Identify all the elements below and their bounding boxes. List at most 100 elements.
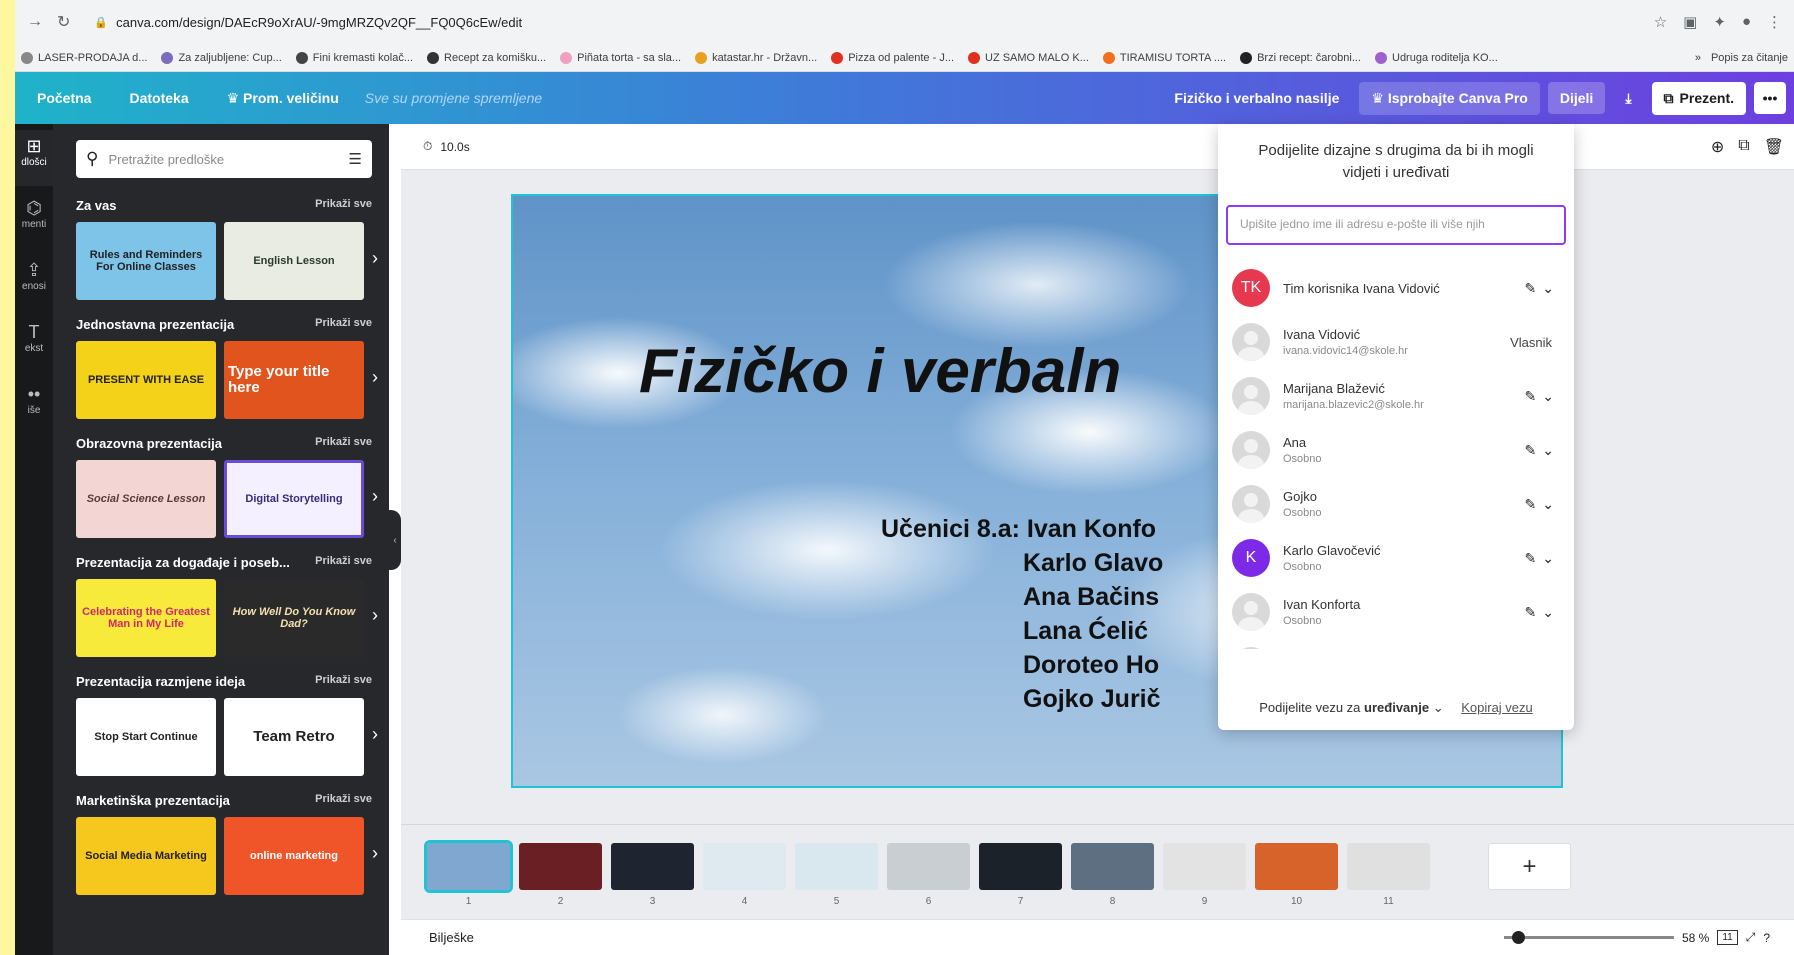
bookmark-item[interactable]: Fini kremasti kolač... — [295, 51, 413, 64]
zoom-value[interactable]: 58 % — [1682, 931, 1709, 945]
template-thumbnail[interactable]: Stop Start Continue — [76, 698, 216, 776]
resize-button[interactable]: ♛ Prom. veličinu — [227, 90, 339, 107]
rail-item[interactable]: ⌬ menti — [15, 192, 53, 248]
template-thumbnail[interactable]: Celebrating the Greatest Man in My Life — [76, 579, 216, 657]
see-all-link[interactable]: Prikaži sve — [315, 555, 372, 570]
template-thumbnail[interactable]: Social Media Marketing — [76, 817, 216, 895]
template-thumbnail[interactable]: Type your title here — [224, 341, 364, 419]
chevron-right-icon[interactable]: › — [372, 843, 378, 864]
edit-permission-icon[interactable]: ✎ — [1525, 280, 1537, 297]
share-email-input[interactable]: Upišite jedno ime ili adresu e-pošte ili… — [1226, 205, 1566, 245]
zoom-knob[interactable] — [1511, 931, 1525, 944]
address-bar[interactable]: canva.com/design/DAEcR9oXrAU/-9mgMRZQv2Q… — [116, 15, 1654, 30]
page-thumbnail[interactable]: 5 — [795, 843, 878, 907]
chevron-right-icon[interactable]: › — [372, 724, 378, 745]
template-thumbnail[interactable]: English Lesson — [224, 222, 364, 300]
profile-icon[interactable]: ● — [1742, 13, 1751, 31]
see-all-link[interactable]: Prikaži sve — [315, 674, 372, 689]
page-thumbnail[interactable]: 1 — [424, 840, 513, 907]
add-page-icon[interactable]: ⊕ — [1711, 137, 1724, 157]
present-button[interactable]: ⧉ Prezent. — [1651, 81, 1746, 115]
star-icon[interactable]: ☆ — [1654, 13, 1667, 31]
design-title[interactable]: Fizičko i verbalno nasilje — [1162, 82, 1351, 114]
template-thumbnail[interactable]: Rules and Reminders For Online Classes — [76, 222, 216, 300]
menu-icon[interactable]: ⋮ — [1767, 13, 1782, 31]
filter-icon[interactable]: ☰ — [349, 150, 362, 168]
link-mode-dropdown[interactable]: uređivanje — [1364, 700, 1429, 715]
delete-icon[interactable]: 🗑 — [1764, 137, 1784, 157]
more-bookmarks-button[interactable]: » — [1695, 52, 1701, 64]
puzzle-icon[interactable]: ✦ — [1713, 13, 1726, 31]
template-search-input[interactable]: ⚲ Pretražite predloške ☰ — [76, 140, 372, 178]
bookmark-item[interactable]: Piñata torta - sa sla... — [560, 51, 681, 64]
bookmark-item[interactable]: LASER-PRODAJA d... — [21, 51, 147, 64]
forward-icon[interactable]: → — [27, 13, 43, 31]
template-thumbnail[interactable]: How Well Do You Know Dad? — [224, 579, 364, 657]
edit-permission-icon[interactable]: ✎ — [1525, 388, 1537, 405]
more-button[interactable]: ••• — [1754, 82, 1786, 114]
bookmark-item[interactable]: Udruga roditelja KO... — [1375, 51, 1498, 64]
slide-title[interactable]: Fizičko i verbaln — [639, 336, 1121, 407]
download-icon[interactable]: ⤓ — [1613, 82, 1643, 115]
home-button[interactable]: Početna — [37, 90, 91, 106]
edit-permission-icon[interactable]: ✎ — [1525, 442, 1537, 459]
see-all-link[interactable]: Prikaži sve — [315, 793, 372, 808]
edit-permission-icon[interactable]: ✎ — [1525, 496, 1537, 513]
reload-icon[interactable]: ↻ — [57, 12, 70, 32]
rail-item[interactable]: Tekst — [15, 316, 53, 372]
template-thumbnail[interactable]: Social Science Lesson — [76, 460, 216, 538]
duplicate-icon[interactable]: ⧉ — [1738, 137, 1749, 157]
page-thumbnail[interactable]: 6 — [887, 843, 970, 907]
template-thumbnail[interactable]: online marketing — [224, 817, 364, 895]
rail-item[interactable]: •• iše — [15, 378, 53, 434]
notes-button[interactable]: Bilješke — [429, 930, 474, 945]
chevron-down-icon[interactable]: ⌄ — [1542, 496, 1554, 513]
help-icon[interactable]: ? — [1763, 931, 1770, 945]
template-thumbnail[interactable]: Team Retro — [224, 698, 364, 776]
bookmark-item[interactable]: Pizza od palente - J... — [831, 51, 954, 64]
chevron-down-icon[interactable]: ⌄ — [1542, 442, 1554, 459]
file-menu[interactable]: Datoteka — [129, 90, 188, 106]
edit-permission-icon[interactable]: ✎ — [1525, 550, 1537, 567]
zoom-slider[interactable] — [1503, 931, 1674, 944]
rail-item[interactable]: ⇪ enosi — [15, 254, 53, 310]
chevron-down-icon[interactable]: ⌄ — [1542, 604, 1554, 621]
template-thumbnail[interactable]: PRESENT WITH EASE — [76, 341, 216, 419]
page-thumbnail[interactable]: 10 — [1255, 843, 1338, 907]
bookmark-item[interactable]: Recept za komišku... — [427, 51, 546, 64]
chevron-down-icon[interactable]: ⌄ — [1542, 388, 1554, 405]
students-text[interactable]: Učenici 8.a: Ivan Konfo Karlo Glavo Ana B… — [881, 512, 1163, 716]
page-thumbnail[interactable]: 4 — [703, 843, 786, 907]
add-page-button[interactable]: + — [1488, 843, 1571, 890]
chevron-down-icon[interactable]: ⌄ — [1433, 700, 1444, 715]
see-all-link[interactable]: Prikaži sve — [315, 198, 372, 213]
try-pro-button[interactable]: ♛ Isprobajte Canva Pro — [1359, 81, 1540, 115]
copy-link-button[interactable]: Kopiraj vezu — [1461, 700, 1533, 715]
page-thumbnail[interactable]: 7 — [979, 843, 1062, 907]
rail-item[interactable]: ⊞ dlošci — [15, 130, 53, 186]
chevron-right-icon[interactable]: › — [372, 367, 378, 388]
reading-list-button[interactable]: Popis za čitanje — [1711, 52, 1788, 64]
page-thumbnail[interactable]: 9 — [1163, 843, 1246, 907]
see-all-link[interactable]: Prikaži sve — [315, 436, 372, 451]
extension-icon[interactable]: ▣ — [1683, 13, 1697, 31]
fullscreen-icon[interactable]: ⤢ — [1746, 930, 1756, 945]
page-thumbnail[interactable]: 8 — [1071, 843, 1154, 907]
template-thumbnail[interactable]: Digital Storytelling — [224, 460, 364, 538]
edit-permission-icon[interactable]: ✎ — [1525, 604, 1537, 621]
share-button[interactable]: Dijeli — [1547, 82, 1606, 114]
see-all-link[interactable]: Prikaži sve — [315, 317, 372, 332]
collapse-panel-handle[interactable]: ‹ — [389, 510, 401, 570]
chevron-right-icon[interactable]: › — [372, 248, 378, 269]
timer-button[interactable]: ⏱ 10.0s — [423, 139, 470, 154]
page-thumbnail[interactable]: 2 — [519, 843, 602, 907]
bookmark-item[interactable]: TIRAMISU TORTA .... — [1102, 51, 1226, 64]
page-thumbnail[interactable]: 3 — [611, 843, 694, 907]
page-count-icon[interactable]: 11 — [1717, 930, 1738, 945]
bookmark-item[interactable]: katastar.hr - Državn... — [695, 51, 817, 64]
bookmark-item[interactable]: Brzi recept: čarobni... — [1240, 51, 1361, 64]
chevron-down-icon[interactable]: ⌄ — [1542, 550, 1554, 567]
chevron-right-icon[interactable]: › — [372, 605, 378, 626]
page-thumbnail[interactable]: 11 — [1347, 843, 1430, 907]
bookmark-item[interactable]: UZ SAMO MALO K... — [968, 51, 1089, 64]
